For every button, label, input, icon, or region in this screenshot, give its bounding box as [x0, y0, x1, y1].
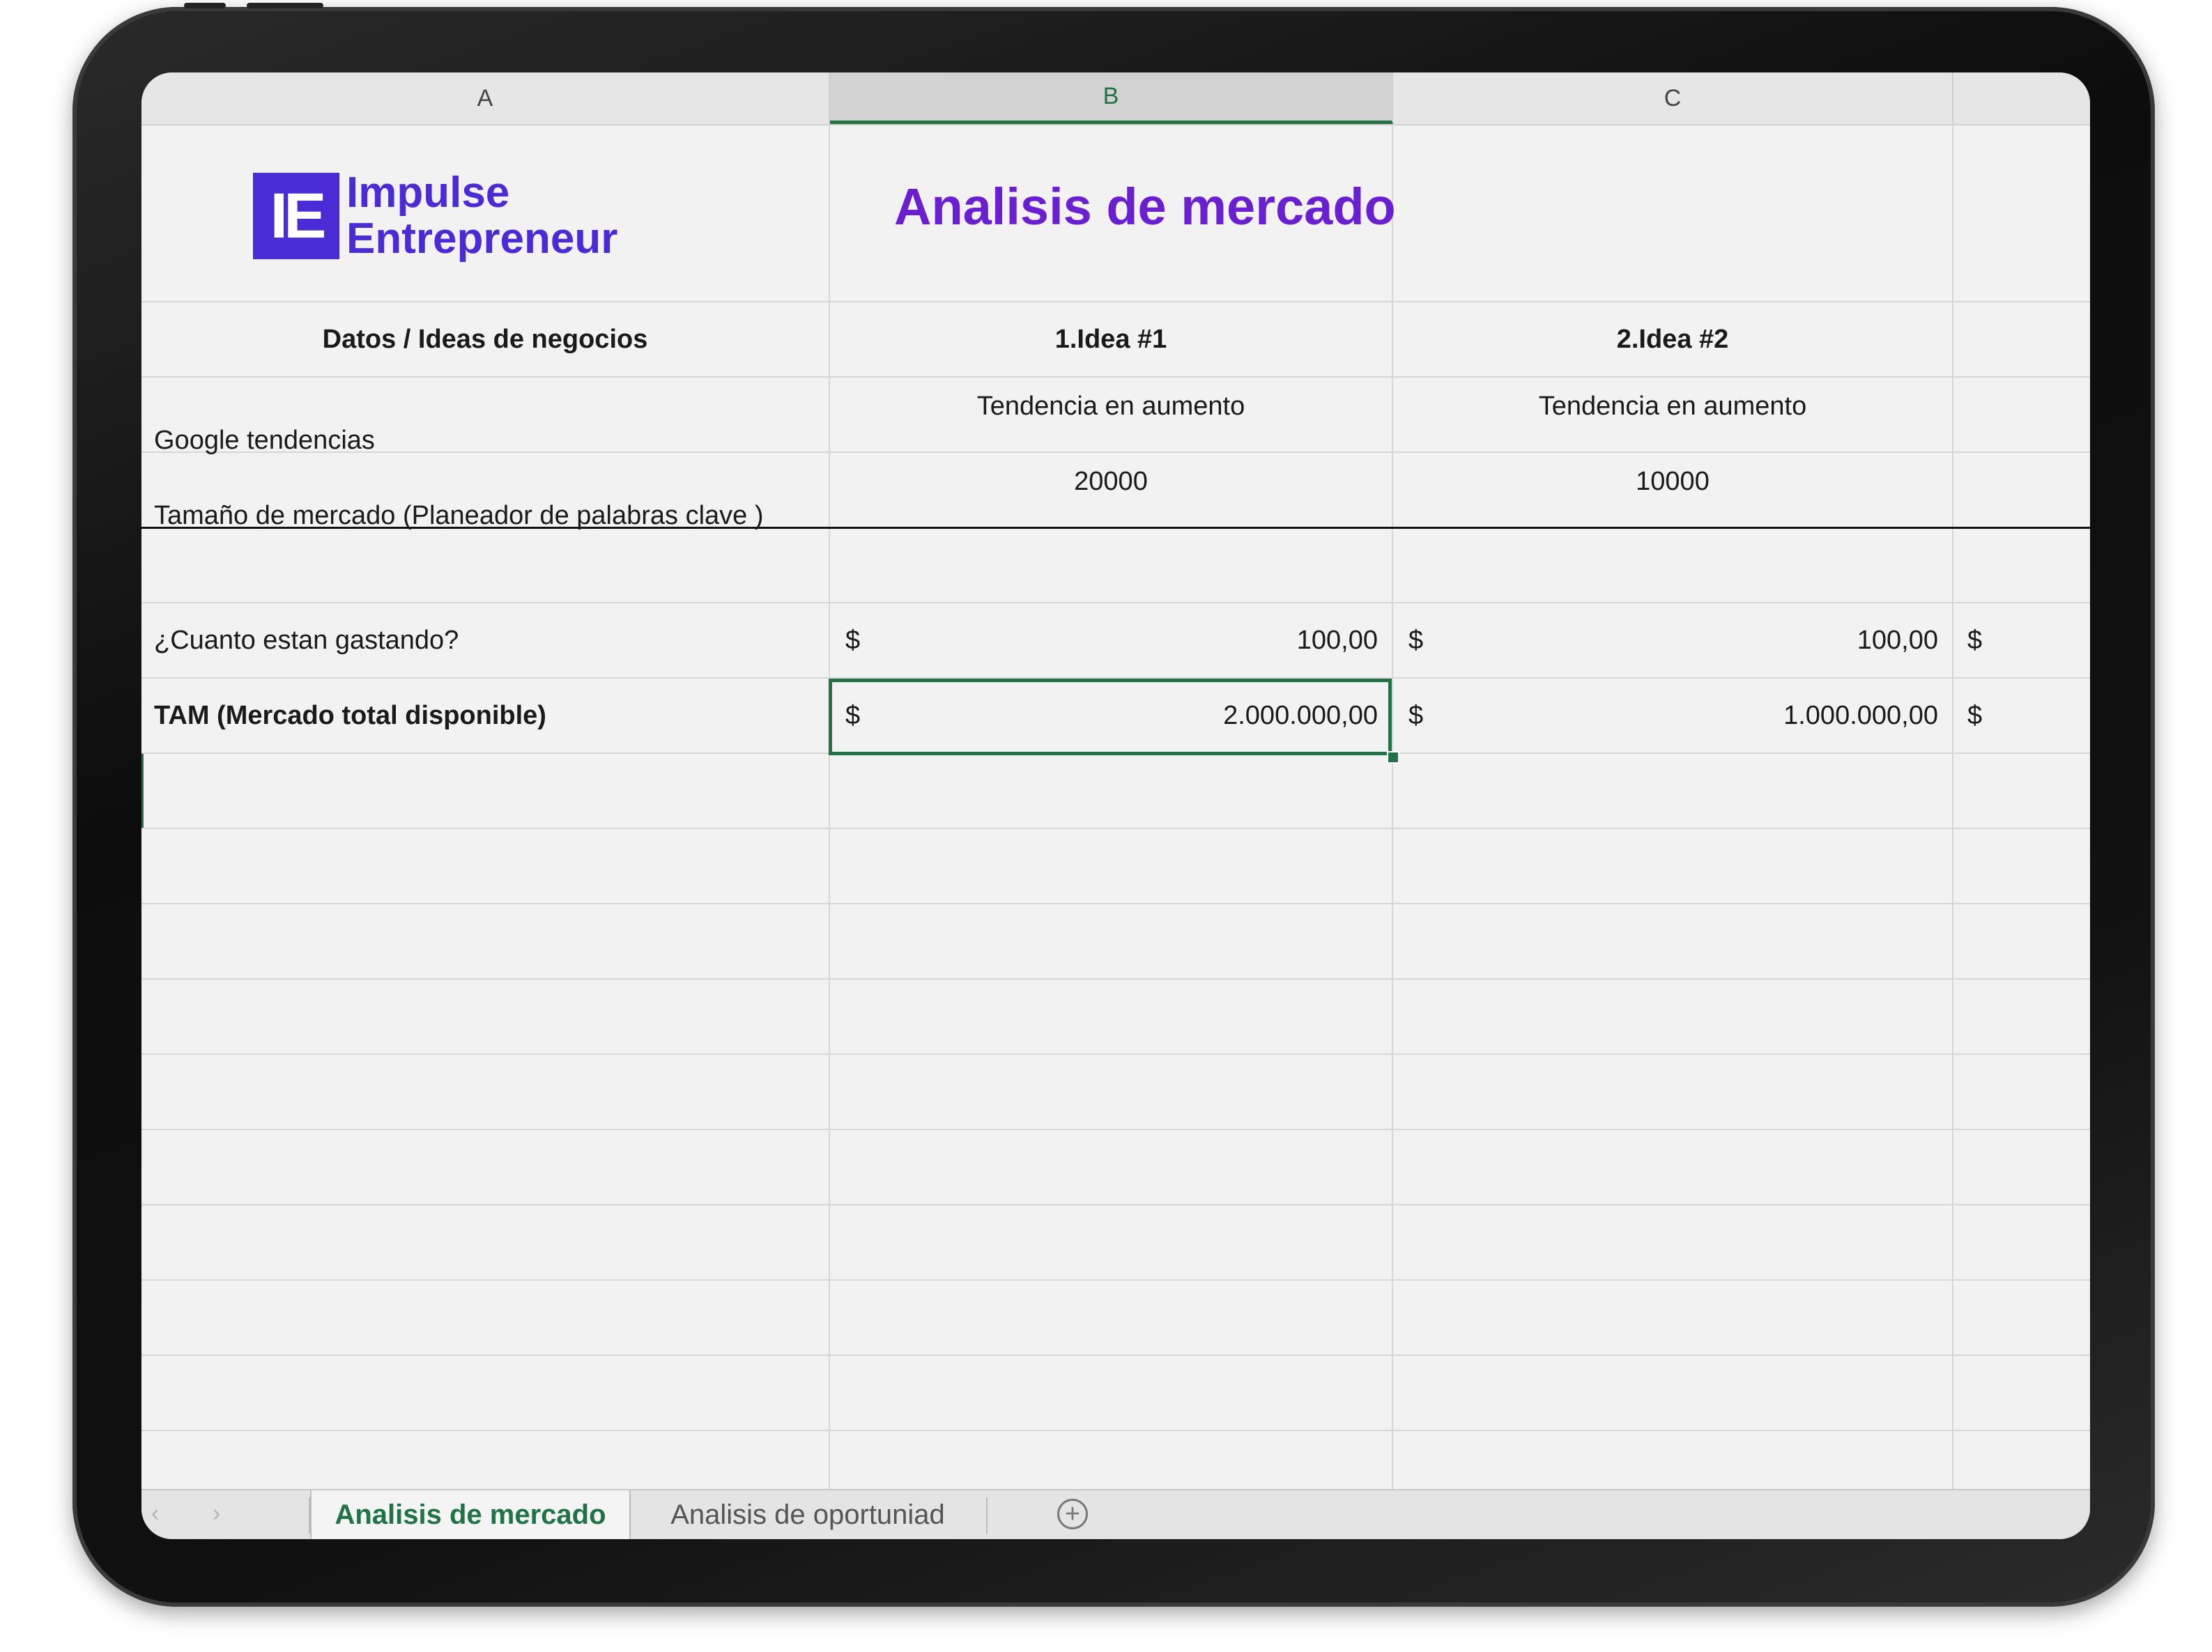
cell-c2[interactable]: 2.Idea #2	[1393, 302, 1952, 376]
logo-line-2: Entrepreneur	[346, 215, 618, 263]
cell-c5[interactable]: 100,00	[1744, 603, 1938, 677]
add-sheet-icon[interactable]: +	[1057, 1499, 1088, 1529]
grid-line	[141, 1129, 2090, 1130]
tab-divider	[986, 1497, 988, 1534]
cell-a5[interactable]: ¿Cuanto estan gastando?	[154, 603, 459, 677]
grid-line	[141, 1279, 2090, 1281]
column-header-b[interactable]: B	[830, 72, 1393, 124]
grid-line	[141, 903, 2090, 904]
company-logo: IE Impulse Entrepreneur	[253, 170, 617, 262]
tab-analisis-de-oportuniad[interactable]: Analisis de oportuniad	[629, 1490, 986, 1539]
column-header-a[interactable]: A	[141, 72, 830, 124]
logo-mark: IE	[253, 173, 339, 259]
grid-line	[141, 978, 2090, 980]
sheet-tab-bar: ‹ › Analisis de mercado Analisis de opor…	[141, 1489, 2090, 1539]
cell-c4[interactable]: 10000	[1393, 453, 1952, 527]
cell-b3[interactable]: Tendencia en aumento	[830, 378, 1392, 451]
grid-line	[141, 1430, 2090, 1431]
currency-symbol: $	[1408, 700, 1424, 730]
cell-a2[interactable]: Datos / Ideas de negocios	[141, 302, 829, 376]
selected-cell-b7[interactable]	[829, 679, 1392, 755]
grid-line	[141, 1204, 2090, 1205]
fill-handle[interactable]	[1387, 751, 1399, 764]
cell-a4[interactable]: Tamaño de mercado (Planeador de palabras…	[154, 475, 764, 531]
grid-line	[141, 1354, 2090, 1356]
currency-symbol: $	[1408, 625, 1424, 655]
grid-line	[141, 1053, 2090, 1055]
tablet-button	[247, 3, 323, 8]
grid-line	[1952, 125, 1953, 1491]
cell-c3[interactable]: Tendencia en aumento	[1393, 378, 1952, 451]
tablet-button	[184, 3, 226, 8]
column-header-bar: A B C	[141, 72, 2090, 125]
tab-scroll-right-icon[interactable]: ›	[213, 1500, 220, 1527]
cell-a3[interactable]: Google tendencias	[154, 400, 375, 456]
sheet-title: Analisis de mercado	[894, 178, 1396, 236]
logo-text: Impulse Entrepreneur	[346, 170, 617, 262]
currency-symbol: $	[1967, 700, 1983, 730]
cell-b4[interactable]: 20000	[830, 453, 1392, 527]
cell-b2[interactable]: 1.Idea #1	[830, 302, 1392, 376]
tab-analisis-de-mercado[interactable]: Analisis de mercado	[310, 1490, 631, 1539]
spreadsheet-screen: A B C IE Impulse Entrepreneur Analisis d…	[141, 72, 2090, 1539]
logo-line-1: Impulse	[346, 169, 510, 217]
row-indicator	[141, 752, 144, 828]
cell-c6[interactable]: 1.000.000,00	[1675, 679, 1938, 752]
cell-b5[interactable]: 100,00	[1187, 603, 1378, 677]
tab-scroll-left-icon[interactable]: ‹	[151, 1500, 159, 1527]
cell-a6[interactable]: TAM (Mercado total disponible)	[154, 679, 546, 752]
currency-symbol: $	[1967, 625, 1983, 655]
currency-symbol: $	[845, 625, 861, 655]
column-header-c[interactable]: C	[1393, 72, 1953, 124]
grid-line	[141, 828, 2090, 829]
